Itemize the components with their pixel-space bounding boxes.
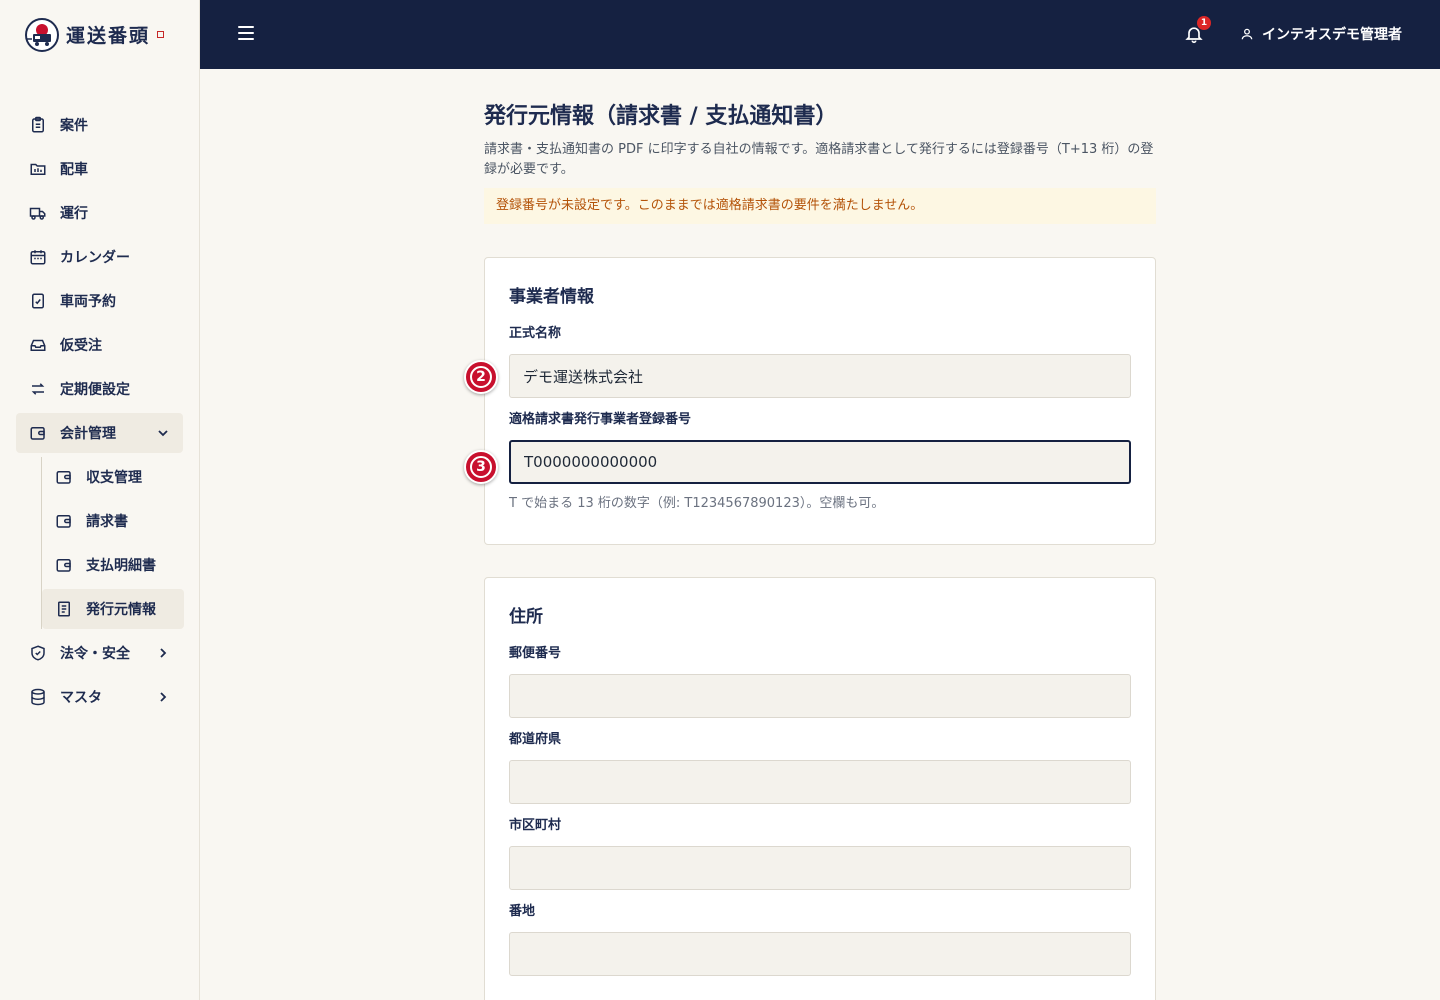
folder-chart-icon — [28, 159, 48, 179]
sidebar-item-label: 支払明細書 — [86, 558, 156, 574]
sidebar-item-label: 車両予約 — [60, 294, 116, 310]
brand-seal-icon — [157, 31, 165, 38]
user-menu[interactable]: インテオスデモ管理者 — [1240, 24, 1402, 44]
brand-name: 運送番頭 — [66, 25, 151, 47]
sidebar-item-label: 収支管理 — [86, 470, 142, 486]
clipboard-check-icon — [28, 291, 48, 311]
sidebar-item-accounting[interactable]: 会計管理 — [16, 413, 183, 453]
registration-number-help: T で始まる 13 桁の数字（例: T1234567890123）。空欄も可。 — [509, 496, 885, 511]
business-info-card: 事業者情報 正式名称 適格請求書発行事業者登録番号 T で始まる 13 桁の数字… — [484, 257, 1156, 545]
sidebar-nav: 案件 配車 運行 カレンダー 車両予約 仮受注 定期便設定 会計管理 収支管理 … — [16, 105, 184, 721]
chevron-down-icon — [158, 430, 168, 437]
city-input[interactable] — [509, 846, 1131, 890]
sidebar-item-payment-statements[interactable]: 支払明細書 — [42, 545, 184, 585]
postal-code-input[interactable] — [509, 674, 1131, 718]
sidebar-item-label: 運行 — [60, 206, 88, 222]
sidebar-item-calendar[interactable]: カレンダー — [16, 237, 183, 277]
menu-toggle-icon[interactable] — [238, 26, 254, 42]
user-name: インテオスデモ管理者 — [1262, 27, 1402, 43]
truck-icon — [28, 203, 48, 223]
sidebar-item-label: マスタ — [60, 690, 102, 706]
wallet-icon — [54, 555, 74, 575]
sidebar-item-compliance[interactable]: 法令・安全 — [16, 633, 183, 673]
official-name-label: 正式名称 — [509, 326, 562, 341]
sidebar-item-label: 仮受注 — [60, 338, 102, 354]
registration-number-label: 適格請求書発行事業者登録番号 — [509, 412, 692, 427]
sidebar-item-master[interactable]: マスタ — [16, 677, 183, 717]
step-marker-3: 3 — [464, 450, 498, 484]
registration-number-input[interactable] — [509, 440, 1131, 484]
sidebar-item-operation[interactable]: 運行 — [16, 193, 183, 233]
sidebar-item-label: 案件 — [60, 118, 88, 134]
sidebar-item-invoices[interactable]: 請求書 — [42, 501, 184, 541]
sidebar: 運送番頭 案件 配車 運行 カレンダー 車両予約 仮受注 定期便設定 会計管理 … — [0, 0, 200, 1000]
document-icon — [54, 599, 74, 619]
card-title: 事業者情報 — [509, 287, 594, 307]
calendar-icon — [28, 247, 48, 267]
wallet-icon — [54, 511, 74, 531]
logo-mark-icon — [25, 17, 59, 52]
repeat-icon — [28, 379, 48, 399]
sidebar-item-label: 会計管理 — [60, 426, 116, 442]
address-card: 住所 郵便番号 都道府県 市区町村 番地 — [484, 577, 1156, 1000]
sidebar-item-provisional-order[interactable]: 仮受注 — [16, 325, 183, 365]
street-label: 番地 — [509, 904, 536, 919]
street-input[interactable] — [509, 932, 1131, 976]
sidebar-item-cases[interactable]: 案件 — [16, 105, 183, 145]
sidebar-item-label: 発行元情報 — [86, 602, 156, 618]
card-title: 住所 — [509, 607, 543, 627]
sidebar-item-vehicle-reservation[interactable]: 車両予約 — [16, 281, 183, 321]
sidebar-item-dispatch[interactable]: 配車 — [16, 149, 183, 189]
sidebar-item-label: 法令・安全 — [60, 646, 130, 662]
prefecture-input[interactable] — [509, 760, 1131, 804]
sidebar-item-label: カレンダー — [60, 250, 130, 266]
prefecture-label: 都道府県 — [509, 732, 562, 747]
shield-icon — [28, 643, 48, 663]
step-marker-2: 2 — [464, 360, 498, 394]
user-icon — [1241, 28, 1253, 40]
wallet-icon — [54, 467, 74, 487]
sidebar-item-label: 請求書 — [86, 514, 128, 530]
page-title: 発行元情報（請求書 / 支払通知書） — [484, 104, 838, 129]
clipboard-icon — [28, 115, 48, 135]
postal-code-label: 郵便番号 — [509, 646, 562, 661]
sidebar-item-label: 配車 — [60, 162, 88, 178]
sidebar-item-regular-route[interactable]: 定期便設定 — [16, 369, 183, 409]
top-bar: 1 インテオスデモ管理者 — [200, 0, 1440, 69]
chevron-right-icon — [160, 648, 167, 658]
main-content: 発行元情報（請求書 / 支払通知書） 請求書・支払通知書の PDF に印字する自… — [484, 100, 1156, 1000]
brand-logo[interactable]: 運送番頭 — [0, 0, 199, 69]
inbox-icon — [28, 335, 48, 355]
page-description: 請求書・支払通知書の PDF に印字する自社の情報です。適格請求書として発行する… — [484, 142, 1154, 177]
wallet-icon — [28, 423, 48, 443]
accounting-submenu: 収支管理 請求書 支払明細書 発行元情報 — [41, 457, 184, 629]
database-icon — [28, 687, 48, 707]
sidebar-item-issuer-info[interactable]: 発行元情報 — [42, 589, 184, 629]
warning-banner: 登録番号が未設定です。このままでは適格請求書の要件を満たしません。 — [484, 188, 1156, 224]
sidebar-item-label: 定期便設定 — [60, 382, 130, 398]
notification-badge: 1 — [1197, 16, 1211, 30]
chevron-right-icon — [160, 692, 167, 702]
city-label: 市区町村 — [509, 818, 562, 833]
official-name-input[interactable] — [509, 354, 1131, 398]
sidebar-item-income-expense[interactable]: 収支管理 — [42, 457, 184, 497]
